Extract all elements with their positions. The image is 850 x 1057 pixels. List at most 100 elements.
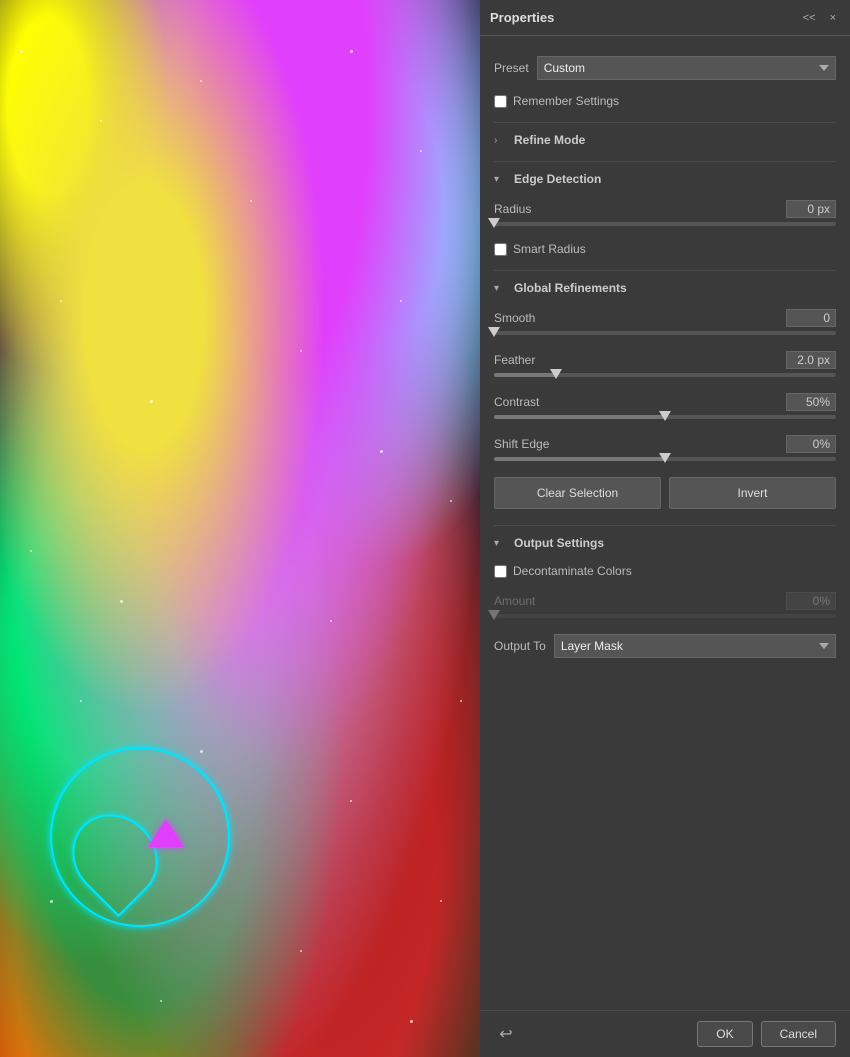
smooth-row: Smooth 0 xyxy=(494,309,836,327)
panel-bottom-bar: ↩ OK Cancel xyxy=(480,1010,850,1057)
global-refinements-chevron-icon: ▾ xyxy=(494,283,508,294)
edge-detection-chevron-icon: ▾ xyxy=(494,174,508,185)
decontaminate-colors-checkbox[interactable] xyxy=(494,565,507,578)
star-decoration xyxy=(50,900,53,903)
ok-button[interactable]: OK xyxy=(697,1021,752,1047)
panel-titlebar: Properties << × xyxy=(480,0,850,36)
global-refinements-header[interactable]: ▾ Global Refinements xyxy=(494,281,836,295)
star-decoration xyxy=(330,620,332,622)
contrast-label: Contrast xyxy=(494,395,539,409)
preset-row: Preset Custom Default Hair & Fur Smart R… xyxy=(494,56,836,80)
star-decoration xyxy=(420,150,422,152)
smooth-track xyxy=(494,331,836,335)
radius-value: 0 px xyxy=(786,200,836,218)
remember-settings-checkbox[interactable] xyxy=(494,95,507,108)
refine-mode-chevron-icon: › xyxy=(494,135,508,146)
feather-track xyxy=(494,373,836,377)
image-canvas xyxy=(0,0,480,1057)
divider-1 xyxy=(494,122,836,123)
star-decoration xyxy=(350,800,352,802)
decontaminate-colors-row: Decontaminate Colors xyxy=(494,564,836,578)
radius-label: Radius xyxy=(494,202,531,216)
output-settings-chevron-icon: ▾ xyxy=(494,538,508,549)
star-decoration xyxy=(30,550,32,552)
contrast-slider-group: Contrast 50% xyxy=(494,393,836,419)
star-decoration xyxy=(60,300,62,302)
collapse-panel-button[interactable]: << xyxy=(799,10,820,26)
smooth-label: Smooth xyxy=(494,311,535,325)
contrast-track xyxy=(494,415,836,419)
amount-row: Amount 0% xyxy=(494,592,836,610)
feather-slider-group: Feather 2.0 px xyxy=(494,351,836,377)
remember-settings-label: Remember Settings xyxy=(513,94,619,108)
star-decoration xyxy=(460,700,462,702)
star-decoration xyxy=(300,950,302,952)
output-settings-header[interactable]: ▾ Output Settings xyxy=(494,536,836,550)
radius-row: Radius 0 px xyxy=(494,200,836,218)
star-decoration xyxy=(440,900,442,902)
radius-track xyxy=(494,222,836,226)
shift-edge-value: 0% xyxy=(786,435,836,453)
amount-track xyxy=(494,614,836,618)
star-decoration xyxy=(100,120,102,122)
radius-thumb[interactable] xyxy=(488,218,500,228)
star-decoration xyxy=(200,80,202,82)
divider-4 xyxy=(494,525,836,526)
smooth-value: 0 xyxy=(786,309,836,327)
panel-scroll-content[interactable]: Preset Custom Default Hair & Fur Smart R… xyxy=(480,36,850,1010)
global-refinements-title: Global Refinements xyxy=(514,281,627,295)
amount-label: Amount xyxy=(494,594,535,608)
smooth-thumb[interactable] xyxy=(488,327,500,337)
star-decoration xyxy=(20,50,23,53)
star-decoration xyxy=(300,350,302,352)
feather-label: Feather xyxy=(494,353,535,367)
neon-triangle-decoration xyxy=(148,819,184,847)
close-panel-button[interactable]: × xyxy=(826,10,840,26)
amount-thumb xyxy=(488,610,500,620)
star-decoration xyxy=(380,450,383,453)
contrast-row: Contrast 50% xyxy=(494,393,836,411)
star-decoration xyxy=(200,750,203,753)
star-decoration xyxy=(120,600,123,603)
decontaminate-colors-label: Decontaminate Colors xyxy=(513,564,632,578)
smart-radius-checkbox[interactable] xyxy=(494,243,507,256)
properties-panel: Properties << × Preset Custom Default Ha… xyxy=(480,0,850,1057)
feather-thumb[interactable] xyxy=(550,369,562,379)
star-decoration xyxy=(410,1020,413,1023)
contrast-thumb[interactable] xyxy=(659,411,671,421)
remember-settings-row: Remember Settings xyxy=(494,94,836,108)
panel-title: Properties xyxy=(490,10,554,25)
output-settings-title: Output Settings xyxy=(514,536,604,550)
radius-slider-group: Radius 0 px xyxy=(494,200,836,226)
bottom-buttons: OK Cancel xyxy=(697,1021,836,1047)
edge-detection-header[interactable]: ▾ Edge Detection xyxy=(494,172,836,186)
smart-radius-label: Smart Radius xyxy=(513,242,586,256)
divider-2 xyxy=(494,161,836,162)
star-decoration xyxy=(450,500,452,502)
invert-button[interactable]: Invert xyxy=(669,477,836,509)
refine-mode-title: Refine Mode xyxy=(514,133,585,147)
action-buttons-row: Clear Selection Invert xyxy=(494,477,836,509)
star-decoration xyxy=(80,700,82,702)
output-to-label: Output To xyxy=(494,639,546,653)
shift-edge-track xyxy=(494,457,836,461)
output-to-select[interactable]: Layer Mask New Layer New Layer with Mask… xyxy=(554,634,836,658)
clear-selection-button[interactable]: Clear Selection xyxy=(494,477,661,509)
background-image xyxy=(0,0,480,1057)
feather-fill xyxy=(494,373,556,377)
shift-edge-thumb[interactable] xyxy=(659,453,671,463)
undo-icon[interactable]: ↩ xyxy=(494,1022,518,1046)
amount-value: 0% xyxy=(786,592,836,610)
shift-edge-label: Shift Edge xyxy=(494,437,549,451)
preset-select[interactable]: Custom Default Hair & Fur Smart Radius xyxy=(537,56,836,80)
cancel-button[interactable]: Cancel xyxy=(761,1021,836,1047)
titlebar-controls: << × xyxy=(799,10,840,26)
amount-slider-group: Amount 0% xyxy=(494,592,836,618)
star-decoration xyxy=(150,400,153,403)
shift-edge-fill xyxy=(494,457,665,461)
shift-edge-row: Shift Edge 0% xyxy=(494,435,836,453)
feather-row: Feather 2.0 px xyxy=(494,351,836,369)
contrast-fill xyxy=(494,415,665,419)
refine-mode-header[interactable]: › Refine Mode xyxy=(494,133,836,147)
star-decoration xyxy=(160,1000,162,1002)
